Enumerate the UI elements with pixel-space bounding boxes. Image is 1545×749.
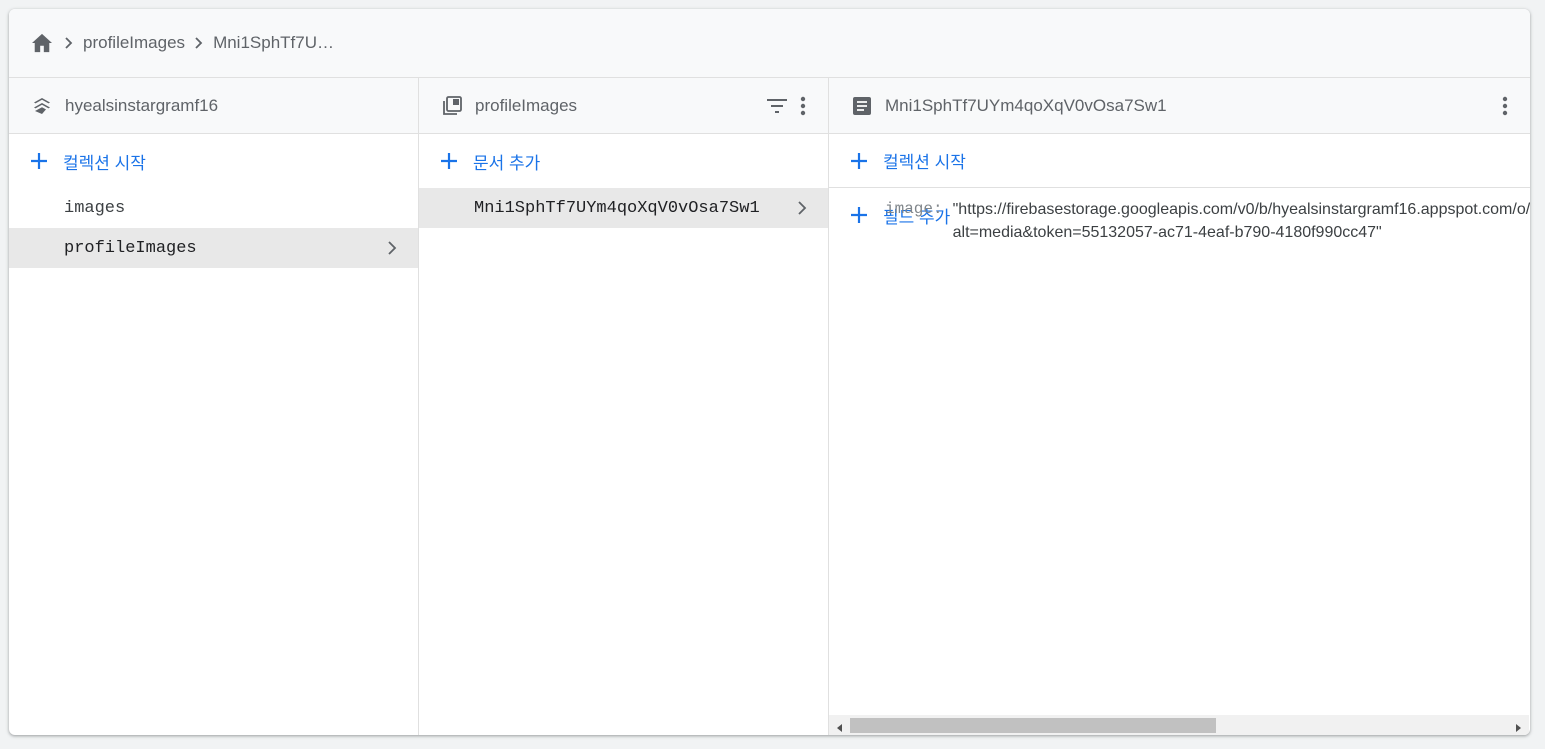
field-row-image[interactable]: image: "https://firebasestorage.googleap… (885, 198, 1530, 244)
panels: hyealsinstargramf16 컬렉션 시작 images profil… (9, 78, 1530, 735)
filter-icon[interactable] (764, 93, 790, 119)
chevron-right-icon (384, 240, 400, 256)
root-panel-title: hyealsinstargramf16 (65, 95, 219, 115)
field-key: image: (885, 200, 943, 218)
collection-icon (441, 95, 463, 117)
plus-icon (29, 151, 49, 171)
plus-icon (849, 151, 869, 171)
document-panel-title: Mni1SphTf7UYm4qoXqV0vOsa7Sw1 (885, 95, 1167, 115)
list-item-label: profileImages (64, 238, 197, 258)
root-panel: hyealsinstargramf16 컬렉션 시작 images profil… (9, 78, 419, 735)
chevron-right-icon (55, 37, 83, 49)
chevron-right-icon (794, 200, 810, 216)
more-vert-icon[interactable] (1492, 93, 1518, 119)
add-document-label: 문서 추가 (473, 153, 541, 173)
list-item-document[interactable]: Mni1SphTf7UYm4qoXqV0vOsa7Sw1 (419, 188, 828, 228)
scrollbar-thumb[interactable] (850, 718, 1216, 733)
database-layers-icon (31, 95, 53, 117)
list-item-images[interactable]: images (9, 188, 418, 228)
list-item-label: Mni1SphTf7UYm4qoXqV0vOsa7Sw1 (474, 198, 760, 218)
scroll-right-icon[interactable] (1513, 720, 1523, 732)
root-panel-header: hyealsinstargramf16 (9, 78, 418, 134)
document-panel-header: Mni1SphTf7UYm4qoXqV0vOsa7Sw1 (829, 78, 1530, 134)
chevron-right-icon (185, 37, 213, 49)
collection-panel-title: profileImages (475, 95, 578, 115)
plus-icon (849, 205, 869, 225)
collection-panel: profileImages 문서 추가 Mni1SphTf7UYm4qoXqV0… (419, 78, 829, 735)
firestore-data-viewer: profileImages Mni1SphTf7UY… hyealsinstar… (9, 9, 1530, 735)
horizontal-scrollbar[interactable] (829, 715, 1529, 735)
breadcrumb: profileImages Mni1SphTf7UY… (9, 9, 1530, 78)
list-item-profileimages[interactable]: profileImages (9, 228, 418, 268)
document-icon (851, 95, 873, 117)
list-item-label: images (64, 198, 126, 218)
breadcrumb-item-document[interactable]: Mni1SphTf7UY… (213, 33, 343, 53)
collection-panel-header: profileImages (419, 78, 828, 134)
breadcrumb-item-collection[interactable]: profileImages (83, 33, 185, 53)
plus-icon (439, 151, 459, 171)
field-value: "https://firebasestorage.googleapis.com/… (952, 201, 1530, 241)
document-panel: Mni1SphTf7UYm4qoXqV0vOsa7Sw1 컬렉션 시작 필드 추… (829, 78, 1530, 735)
more-vert-icon[interactable] (790, 93, 816, 119)
scroll-left-icon[interactable] (835, 720, 845, 732)
start-collection-button[interactable]: 컬렉션 시작 (9, 134, 418, 188)
home-icon[interactable] (29, 30, 55, 56)
start-subcollection-button[interactable]: 컬렉션 시작 (829, 134, 1530, 188)
start-subcollection-label: 컬렉션 시작 (883, 153, 966, 172)
add-document-button[interactable]: 문서 추가 (419, 134, 828, 188)
start-collection-label: 컬렉션 시작 (63, 153, 146, 173)
